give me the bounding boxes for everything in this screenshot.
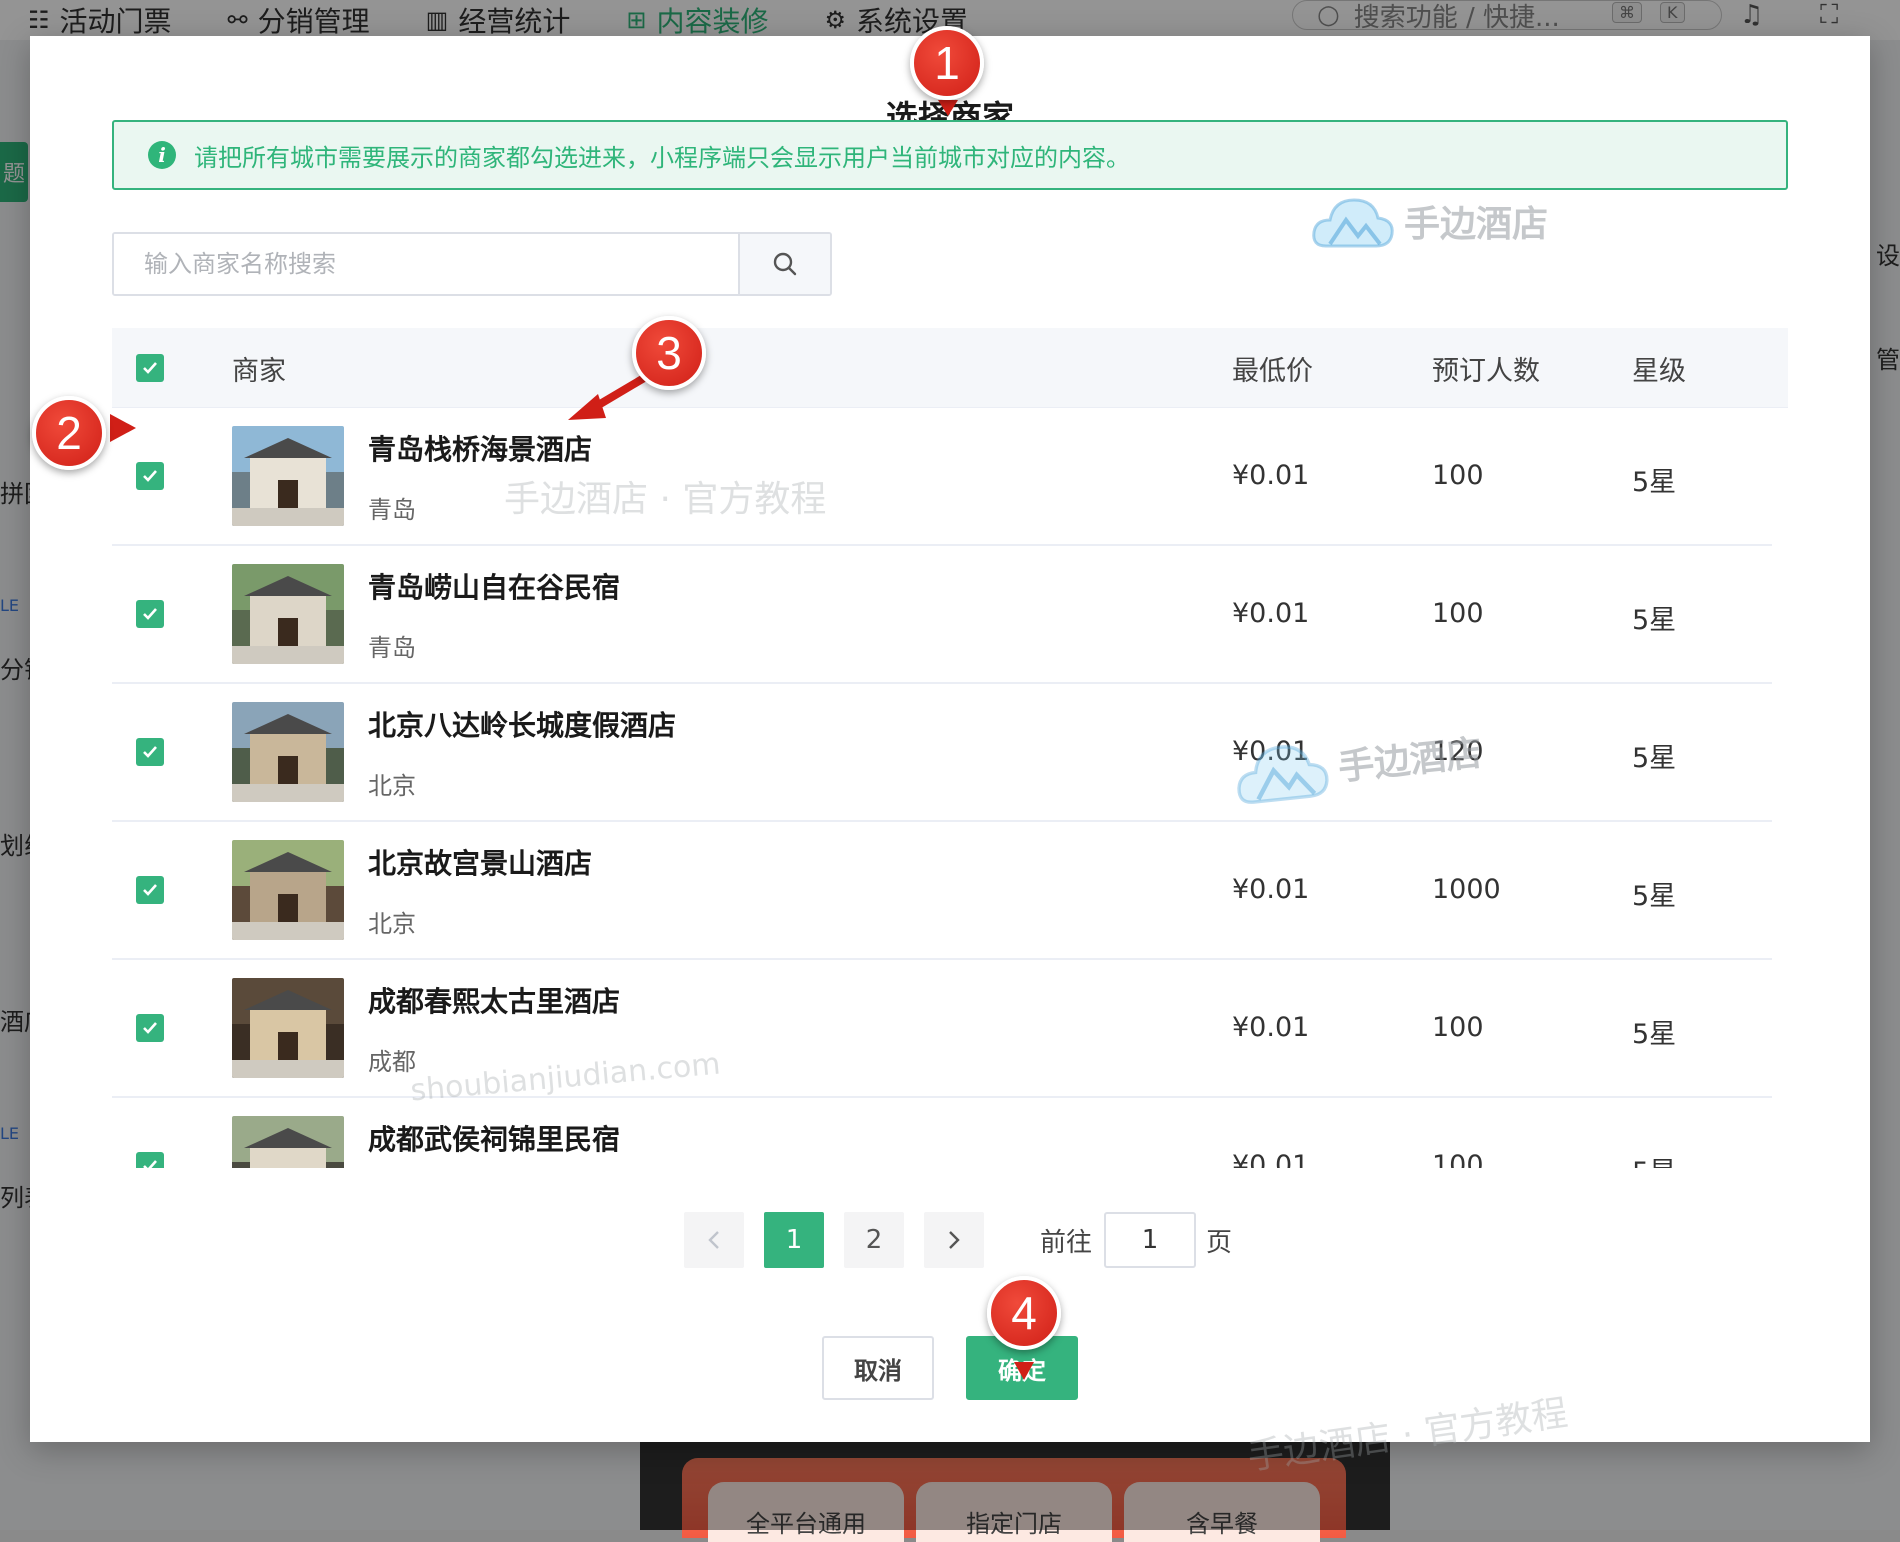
step-badge-4: 4: [987, 1276, 1061, 1350]
step-badge-2: 2: [32, 396, 106, 470]
badge-1-pointer: [938, 100, 958, 116]
step-badge-1: 1: [910, 26, 984, 100]
annotation-arrows: [110, 100, 1034, 1380]
badge-4-pointer: [1014, 1362, 1034, 1380]
badge-2-pointer: [110, 414, 136, 442]
badge-3-arrow-head: [568, 394, 606, 420]
step-badge-3: 3: [632, 316, 706, 390]
